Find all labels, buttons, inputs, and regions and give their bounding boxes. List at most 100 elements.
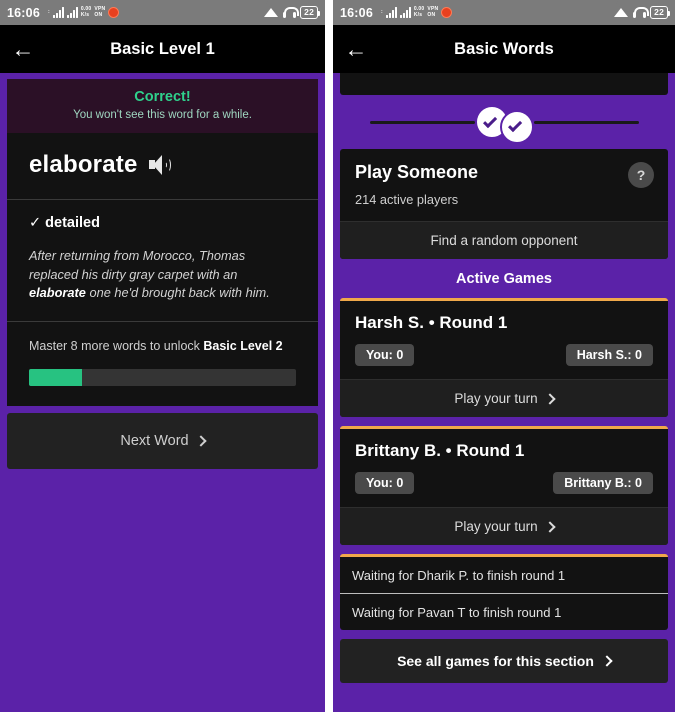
right-content-area: Play Someone 214 active players ? Find a… (333, 73, 675, 712)
screen-divider (325, 0, 333, 712)
wifi-off-icon-2 (614, 7, 629, 18)
level-progress-indicator (340, 95, 668, 149)
game-card-2[interactable]: Brittany B. • Round 1 You: 0 Brittany B.… (340, 426, 668, 545)
status-time: 16:06 (7, 5, 40, 20)
opponent-score-pill-1: Harsh S.: 0 (565, 344, 653, 366)
progress-bar-track (29, 369, 296, 387)
play-someone-header: Play Someone 214 active players ? (340, 149, 668, 221)
signal-bars-icon-4 (399, 7, 411, 18)
reddit-notification-icon (108, 7, 120, 18)
play-someone-card: Play Someone 214 active players ? Find a… (340, 149, 668, 259)
check-badge-2 (499, 109, 534, 144)
mastery-text-prefix: Master 8 more words to unlock (29, 338, 204, 353)
data-rate-icon: 0.00 K/s (80, 6, 92, 18)
signal-dots-icon: : (47, 9, 50, 15)
definition-block: ✓ detailed After returning from Morocco, … (7, 200, 318, 322)
sentence-part-2: one he'd brought back with him. (85, 285, 270, 301)
game-card-2-top: Brittany B. • Round 1 You: 0 Brittany B.… (340, 429, 668, 507)
play-someone-title: Play Someone (355, 162, 479, 182)
data-rate-icon-2: 0.00 K/s (413, 6, 425, 18)
example-sentence: After returning from Morocco, Thomas rep… (29, 247, 296, 303)
find-random-opponent-label: Find a random opponent (430, 233, 578, 248)
next-word-button[interactable]: Next Word (7, 413, 318, 470)
left-phone-screen: 16:06 : 0.00 K/s VPN ON 22 ← Basic Level 1… (0, 0, 325, 712)
game-card-1-scores: You: 0 Harsh S.: 0 (355, 344, 653, 366)
active-players-count: 214 active players (355, 192, 459, 207)
page-title-left: Basic Level 1 (110, 39, 215, 58)
battery-icon-2: 22 (650, 6, 670, 19)
status-bar-right: 16:06 : 0.00 K/s VPN ON 22 (333, 0, 675, 25)
game-card-1-top: Harsh S. • Round 1 You: 0 Harsh S.: 0 (340, 301, 668, 379)
game-card-2-scores: You: 0 Brittany B.: 0 (355, 472, 653, 494)
chevron-right-icon-1 (543, 392, 556, 405)
see-all-games-button[interactable]: See all games for this section (340, 639, 668, 683)
play-your-turn-label-2: Play your turn (454, 519, 538, 534)
status-bar-right-group-2: 22 (614, 6, 670, 19)
progress-segment-right (533, 120, 639, 124)
correct-banner: Correct! You won't see this word for a w… (7, 79, 318, 133)
chevron-right-icon-2 (543, 520, 556, 533)
battery-icon: 22 (300, 6, 320, 19)
game-card-2-title: Brittany B. • Round 1 (355, 441, 525, 460)
check-icon-2 (508, 118, 523, 133)
scrolled-card-top (340, 73, 668, 95)
mastery-block: Master 8 more words to unlock Basic Leve… (7, 321, 318, 407)
your-score-pill-1: You: 0 (355, 344, 415, 366)
completed-badges (474, 101, 534, 144)
sentence-highlight-word: elaborate (29, 285, 86, 301)
play-your-turn-button-2[interactable]: Play your turn (340, 507, 668, 545)
mastery-text: Master 8 more words to unlock Basic Leve… (29, 337, 296, 356)
mastery-level-name: Basic Level 2 (203, 338, 283, 353)
headset-icon (283, 7, 300, 18)
opponent-score-pill-2: Brittany B.: 0 (553, 472, 653, 494)
signal-dots-icon-2: : (380, 9, 383, 15)
speaker-icon[interactable] (148, 155, 171, 175)
play-your-turn-label-1: Play your turn (454, 391, 538, 406)
find-random-opponent-button[interactable]: Find a random opponent (340, 221, 668, 259)
your-score-pill-2: You: 0 (355, 472, 415, 494)
page-title-right: Basic Words (454, 39, 554, 58)
waiting-games-card: Waiting for Dharik P. to finish round 1 … (340, 554, 668, 630)
reddit-notification-icon-2 (441, 7, 453, 18)
chevron-right-icon-3 (601, 655, 613, 667)
progress-bar-fill (29, 369, 83, 387)
signal-bars-icon-2 (66, 7, 78, 18)
word-text: elaborate (29, 151, 138, 178)
chevron-right-icon (194, 435, 207, 448)
help-icon[interactable]: ? (628, 162, 654, 188)
back-button-left[interactable]: ← (0, 37, 46, 61)
status-bar-right-group: 22 (264, 6, 320, 19)
status-bar-left: 16:06 : 0.00 K/s VPN ON 22 (0, 0, 325, 25)
definition-row: ✓ detailed (29, 215, 296, 231)
status-bar-left-group: 16:06 : 0.00 K/s VPN ON (7, 6, 264, 20)
correct-subtitle: You won't see this word for a while. (73, 109, 252, 121)
status-bar-left-group-2: 16:06 : 0.00 K/s VPN ON (340, 6, 614, 20)
waiting-row-1[interactable]: Waiting for Dharik P. to finish round 1 (340, 557, 668, 593)
left-title-bar: ← Basic Level 1 (0, 25, 325, 73)
correct-title: Correct! (134, 89, 191, 105)
progress-segment-left (369, 120, 475, 124)
right-phone-screen: 16:06 : 0.00K/s VPNON 22 ← Basic Words (333, 0, 675, 712)
vpn-icon-2: VPN ON (427, 6, 439, 18)
vpn-icon: VPN ON (94, 6, 106, 18)
word-row: elaborate (7, 133, 318, 200)
right-title-bar: ← Basic Words (333, 25, 675, 73)
signal-bars-icon-1 (52, 7, 64, 18)
see-all-games-label: See all games for this section (397, 653, 594, 669)
check-icon: ✓ (29, 215, 42, 231)
signal-bars-icon-3 (385, 7, 397, 18)
status-time-2: 16:06 (340, 5, 373, 20)
next-word-label: Next Word (120, 433, 189, 450)
game-card-1[interactable]: Harsh S. • Round 1 You: 0 Harsh S.: 0 Pl… (340, 298, 668, 417)
active-games-header: Active Games (456, 271, 552, 287)
play-your-turn-button-1[interactable]: Play your turn (340, 379, 668, 417)
check-icon-1 (483, 113, 498, 128)
game-card-1-title: Harsh S. • Round 1 (355, 313, 508, 332)
wifi-off-icon (264, 7, 279, 18)
waiting-row-2[interactable]: Waiting for Pavan T to finish round 1 (340, 593, 668, 630)
definition-text: detailed (45, 215, 100, 231)
headset-icon-2 (633, 7, 650, 18)
word-card: Correct! You won't see this word for a w… (7, 79, 318, 407)
back-button-right[interactable]: ← (333, 37, 379, 61)
sentence-part-1: After returning from Morocco, Thomas rep… (29, 248, 246, 282)
